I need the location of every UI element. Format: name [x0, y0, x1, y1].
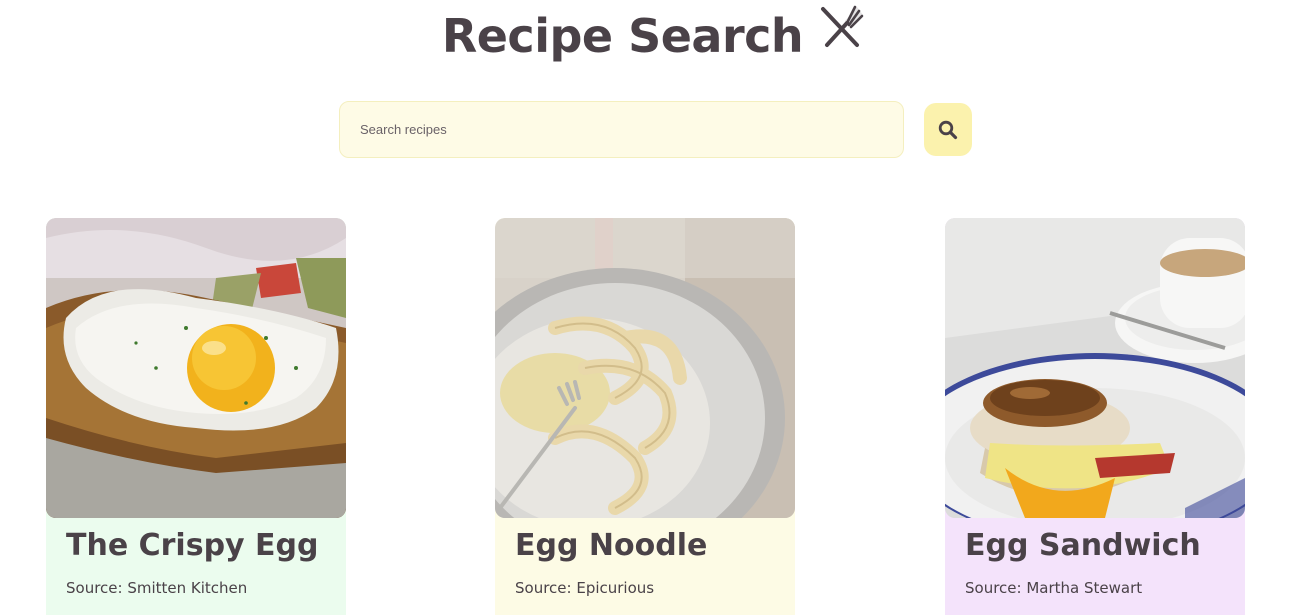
recipe-card-body: Egg Noodle Source: Epicurious: [495, 518, 795, 607]
recipe-card[interactable]: Egg Sandwich Source: Martha Stewart: [945, 218, 1245, 615]
search-icon: [938, 120, 958, 139]
search-input[interactable]: [339, 101, 904, 158]
recipe-source: Source: Epicurious: [515, 579, 655, 597]
header: Recipe Search: [0, 0, 1307, 70]
recipe-card-body: Egg Sandwich Source: Martha Stewart: [945, 518, 1245, 607]
recipe-image-fried-egg: [46, 218, 346, 518]
page-title: Recipe Search: [441, 9, 804, 63]
recipe-card[interactable]: Egg Noodle Source: Epicurious: [495, 218, 795, 615]
recipe-source: Source: Martha Stewart: [965, 579, 1143, 597]
utensils-icon: [821, 5, 864, 47]
recipe-title: Egg Sandwich: [965, 528, 1201, 563]
recipe-image-egg-sandwich: [945, 218, 1245, 518]
recipe-card[interactable]: The Crispy Egg Source: Smitten Kitchen: [46, 218, 346, 615]
recipe-image-egg-noodle: [495, 218, 795, 518]
recipe-source: Source: Smitten Kitchen: [66, 579, 248, 597]
recipe-search-page: Recipe Search Search recipes The Crispy …: [0, 0, 1307, 615]
search-button[interactable]: [924, 103, 972, 156]
recipe-title: The Crispy Egg: [66, 528, 319, 563]
recipe-card-body: The Crispy Egg Source: Smitten Kitchen: [46, 518, 346, 607]
recipe-title: Egg Noodle: [515, 528, 708, 563]
